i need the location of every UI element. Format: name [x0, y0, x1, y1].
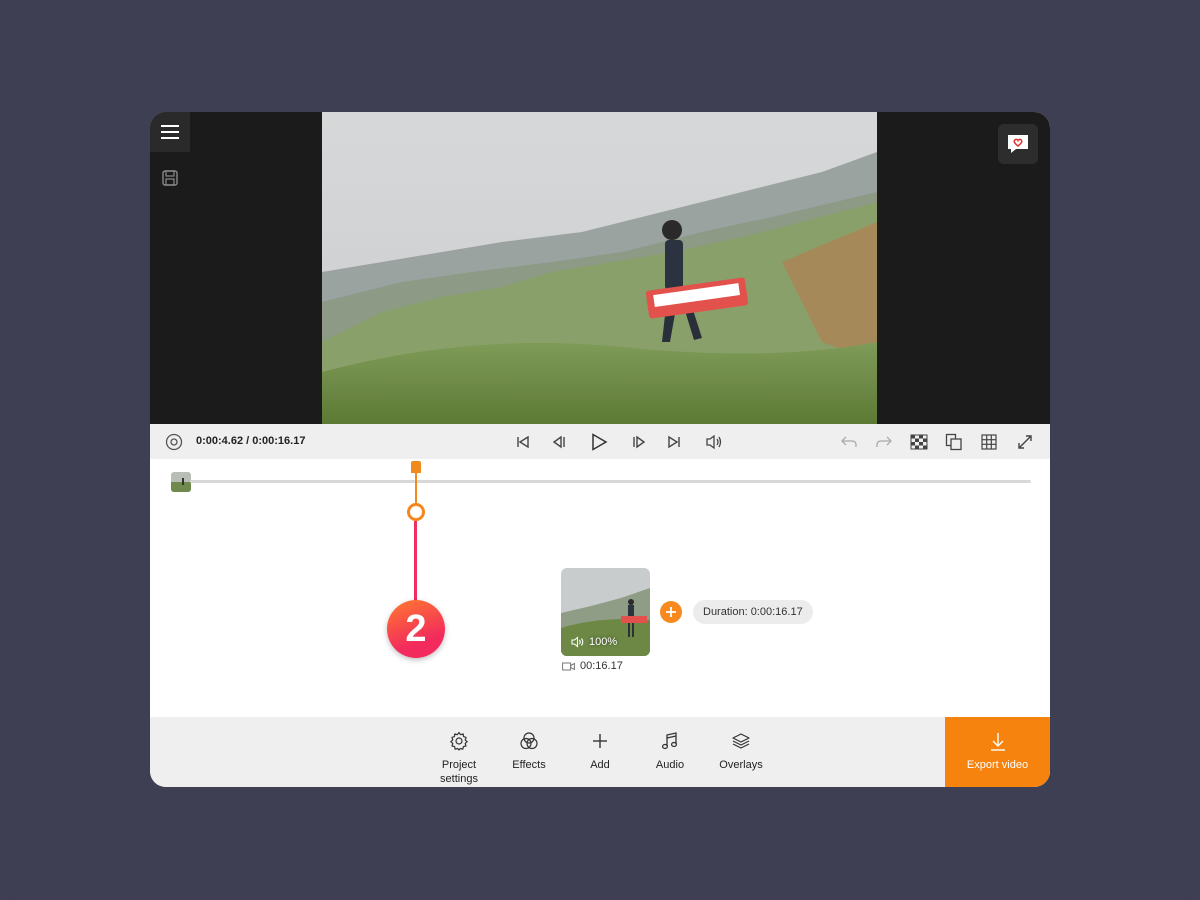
music-note-icon: [661, 732, 678, 750]
playhead-marker[interactable]: [407, 503, 425, 521]
player-controls-bar: 0:00:4.62 / 0:00:16.17: [150, 424, 1050, 459]
video-preview[interactable]: [322, 112, 877, 424]
export-video-button[interactable]: Export video: [945, 717, 1050, 787]
skip-to-start-button[interactable]: [512, 431, 534, 453]
redo-button[interactable]: [873, 431, 895, 453]
plus-icon: [593, 734, 607, 748]
tool-label: Project settings: [440, 759, 478, 785]
effects-icon: [520, 732, 538, 750]
next-frame-icon: [633, 435, 646, 449]
feedback-heart-icon: [1008, 135, 1028, 153]
speedometer-icon: [165, 433, 183, 451]
background-pattern-button[interactable]: [908, 431, 930, 453]
undo-button[interactable]: [838, 431, 860, 453]
hamburger-icon: [161, 125, 179, 139]
video-clip[interactable]: 100%: [561, 568, 650, 656]
next-frame-button[interactable]: [628, 431, 650, 453]
grid-icon: [981, 434, 997, 450]
tool-label: Effects: [512, 759, 546, 771]
undo-icon: [841, 436, 857, 447]
add-button[interactable]: Add: [565, 717, 635, 787]
aspect-ratio-button[interactable]: [943, 431, 965, 453]
expand-icon: [1018, 435, 1032, 449]
volume-icon: [706, 434, 722, 450]
bottom-toolbar: Project settings Effects Add Audio Overl…: [150, 717, 1050, 787]
clip-duration: 00:16.17: [562, 660, 623, 672]
clip-volume-indicator: 100%: [571, 636, 617, 648]
step-callout-badge: 2: [387, 600, 445, 658]
thumbnail-image: [171, 472, 191, 492]
callout-connector: [414, 521, 417, 603]
tool-label: Add: [590, 759, 610, 771]
scrub-thumbnail: [171, 472, 191, 492]
save-button[interactable]: [158, 166, 182, 190]
play-button[interactable]: [588, 431, 610, 453]
layers-icon: [732, 733, 750, 749]
save-icon: [162, 170, 178, 186]
skip-to-end-button[interactable]: [663, 431, 685, 453]
clip-duration-label: 00:16.17: [580, 660, 623, 672]
feedback-button[interactable]: [998, 124, 1038, 164]
clip-volume-label: 100%: [589, 636, 618, 648]
add-clip-button[interactable]: [660, 601, 682, 623]
timecode-display: 0:00:4.62 / 0:00:16.17: [196, 435, 306, 447]
checkerboard-icon: [910, 434, 928, 450]
hamburger-menu-button[interactable]: [150, 112, 190, 152]
play-icon: [592, 433, 608, 451]
fullscreen-button[interactable]: [1014, 431, 1036, 453]
previous-frame-button[interactable]: [548, 431, 570, 453]
video-frame-image: [322, 112, 877, 424]
tool-label: Audio: [655, 759, 685, 771]
volume-button[interactable]: [703, 431, 725, 453]
skip-start-icon: [517, 435, 529, 449]
project-settings-button[interactable]: Project settings: [424, 717, 494, 787]
plus-icon: [666, 607, 676, 617]
effects-button[interactable]: Effects: [494, 717, 564, 787]
video-editor-window: 0:00:4.62 / 0:00:16.17 2 100% 00:16.17 D…: [150, 112, 1050, 787]
video-camera-icon: [562, 662, 575, 670]
skip-end-icon: [668, 435, 680, 449]
redo-icon: [876, 436, 892, 447]
gear-icon: [450, 731, 468, 751]
preview-area: [150, 112, 1050, 424]
previous-frame-icon: [552, 435, 565, 449]
export-label: Export video: [966, 759, 1029, 771]
speed-button[interactable]: [163, 431, 185, 453]
timeline-area: 2 100% 00:16.17 Duration: 0:00:16.17: [150, 459, 1050, 717]
scrub-track[interactable]: [190, 480, 1031, 483]
audio-button[interactable]: Audio: [635, 717, 705, 787]
grid-button[interactable]: [978, 431, 1000, 453]
download-icon: [990, 733, 1005, 751]
project-duration-pill: Duration: 0:00:16.17: [693, 600, 813, 624]
aspect-ratio-icon: [945, 433, 962, 451]
overlays-button[interactable]: Overlays: [706, 717, 776, 787]
volume-icon: [571, 636, 584, 648]
tool-label: Overlays: [719, 759, 763, 771]
